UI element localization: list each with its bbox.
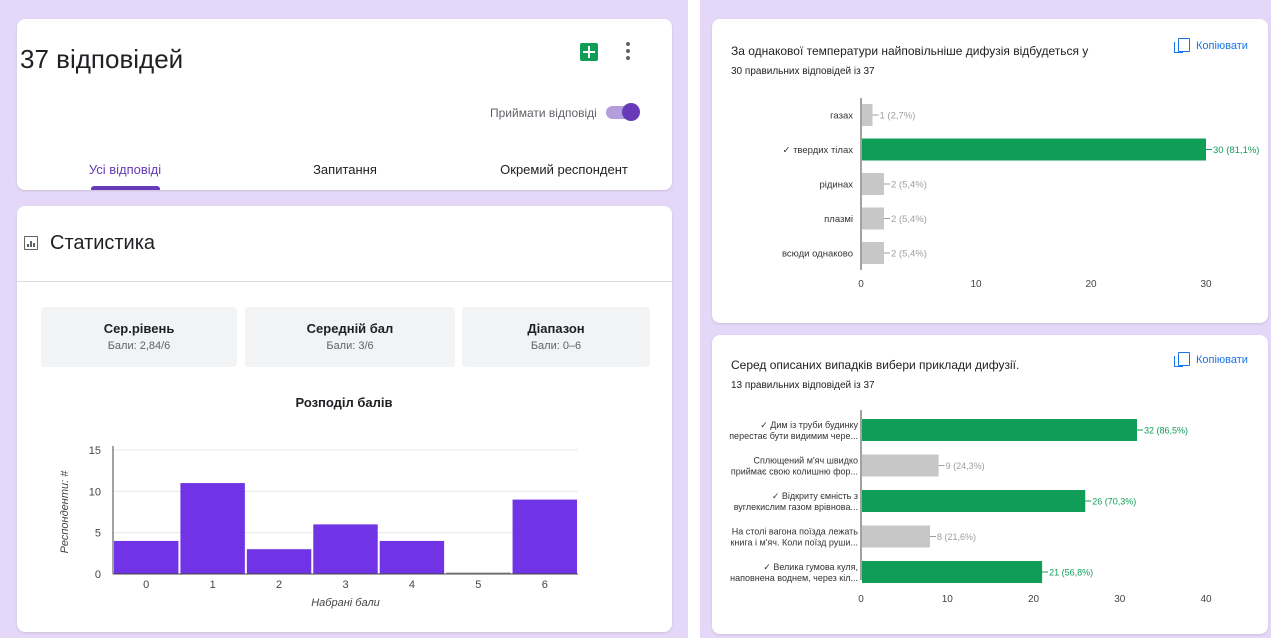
y-tick-label: 15 [89,445,101,457]
x-tick-label: 30 [1200,279,1212,290]
x-tick-label: 40 [1200,594,1212,605]
data-label: 2 (5,4%) [891,214,927,225]
question-2-bar-chart: 32 (86,5%) ✓ Дим із труби будинкуперестає… [729,410,1212,605]
x-tick-label: 3 [342,579,348,591]
data-label: 26 (70,3%) [1092,497,1136,507]
category-label: книга і м'яч. Коли поїзд руши... [730,538,858,548]
y-tick-label: 10 [89,486,101,498]
category-label: плазмі [824,214,853,225]
data-label: 8 (21,6%) [937,532,976,542]
answer-bar [862,207,884,230]
x-tick-label: 10 [942,594,954,605]
answer-bar [862,242,884,264]
x-tick-label: 20 [1028,594,1040,605]
x-tick-label: 1 [210,579,216,591]
score-histogram: 0 5 10 15 0 1 2 3 4 5 6 Набрані бали Респонденти: # [59,445,578,609]
category-label: Сплющений м'яч швидко [753,456,858,466]
data-label: 30 (81,1%) [1213,145,1259,156]
question-1-bar-chart: 1 (2,7%) газах 30 (81,1%) ✓ твердих тілах 2 … [782,98,1259,290]
category-label: ✓ Велика гумова куля, [763,562,858,572]
x-tick-label: 5 [475,579,481,591]
data-label: 9 (24,3%) [946,461,985,471]
answer-bar [862,561,1043,583]
histogram-bar [512,499,577,574]
data-label: 2 (5,4%) [891,249,927,260]
x-tick-label: 0 [143,579,149,591]
x-tick-label: 4 [409,579,415,591]
x-tick-label: 0 [858,279,864,290]
answer-bar [862,419,1137,441]
x-tick-label: 10 [970,279,982,290]
category-label: ✓ твердих тілах [782,145,853,156]
data-label: 32 (86,5%) [1144,426,1188,436]
data-label: 1 (2,7%) [880,111,916,122]
category-label: На столі вагона поїзда лежать [732,527,859,537]
data-label: 21 (56,8%) [1049,568,1093,578]
answer-bar [862,454,939,477]
answer-bar [862,525,930,548]
histogram-bar [313,524,378,574]
category-label: наповнена воднем, через кіл... [730,573,858,583]
y-tick-label: 0 [95,569,101,581]
answer-bar [862,104,873,126]
histogram-bar [246,549,312,574]
x-tick-label: 2 [276,579,282,591]
x-tick-label: 30 [1114,594,1126,605]
category-label: ✓ Відкриту ємність з [772,491,858,501]
panel-gap [688,0,700,638]
x-tick-label: 0 [858,594,864,605]
answer-bar [862,173,884,195]
x-tick-label: 6 [542,579,548,591]
category-label: всюди однаково [782,249,853,260]
category-label: перестає бути видимим чере... [729,431,858,441]
category-label: рідинах [819,180,853,191]
answer-bar [862,138,1206,161]
x-tick-label: 20 [1085,279,1097,290]
y-tick-label: 5 [95,528,101,540]
category-label: газах [830,111,853,122]
x-axis-label: Набрані бали [311,597,380,609]
category-label: приймає свою колишню фор... [731,467,858,477]
data-label: 2 (5,4%) [891,180,927,191]
answer-bar [862,490,1086,512]
histogram-bar [379,540,445,574]
y-axis-label: Респонденти: # [59,470,71,554]
histogram-bar [114,540,179,574]
histogram-bar [180,483,245,574]
category-label: ✓ Дим із труби будинку [760,420,858,430]
category-label: вуглекислим газом врівнова... [734,502,858,512]
